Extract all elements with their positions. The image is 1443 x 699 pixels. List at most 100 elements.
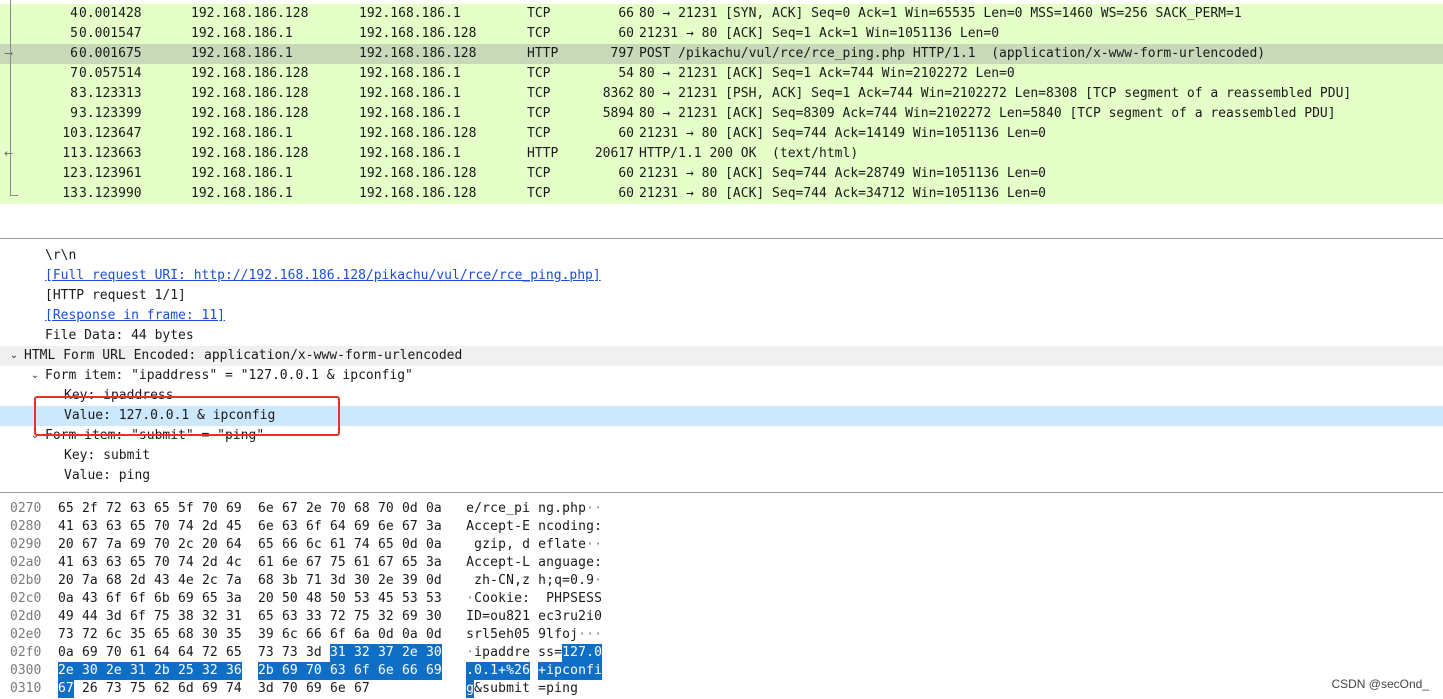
ascii-char[interactable]: p — [514, 500, 522, 518]
hex-byte[interactable]: 63 — [282, 608, 298, 626]
hex-byte[interactable]: 65 — [258, 536, 274, 554]
ascii-char[interactable]: t — [506, 518, 514, 536]
ascii-char[interactable]: a — [570, 554, 578, 572]
hex-byte[interactable]: 72 — [330, 608, 346, 626]
hex-byte[interactable]: 3b — [282, 572, 298, 590]
ascii-char[interactable]: 0 — [594, 608, 602, 626]
ascii-char[interactable]: o — [490, 608, 498, 626]
ascii-char[interactable]: e — [498, 500, 506, 518]
hex-byte[interactable]: 68 — [106, 572, 122, 590]
ascii-char[interactable]: p — [498, 536, 506, 554]
ascii-char[interactable] — [466, 572, 474, 590]
ascii-char[interactable]: g — [586, 518, 594, 536]
ascii-char[interactable]: i — [594, 662, 602, 680]
ascii-char[interactable]: z — [482, 536, 490, 554]
hex-byte[interactable]: 50 — [282, 590, 298, 608]
ascii-char[interactable]: g — [570, 680, 578, 698]
ascii-char[interactable]: 2 — [570, 644, 578, 662]
ascii-char[interactable]: · — [594, 572, 602, 590]
hex-byte[interactable]: 72 — [202, 644, 218, 662]
ascii-char[interactable]: . — [554, 500, 562, 518]
hex-byte[interactable]: 3d — [330, 572, 346, 590]
hex-byte[interactable]: 3d — [106, 608, 122, 626]
ascii-char[interactable]: o — [562, 626, 570, 644]
ascii-char[interactable]: i — [514, 680, 522, 698]
hex-byte[interactable]: 74 — [178, 554, 194, 572]
hex-byte[interactable]: 65 — [154, 500, 170, 518]
hex-byte[interactable]: 69 — [282, 662, 306, 680]
hex-byte[interactable]: 45 — [226, 518, 242, 536]
hex-byte[interactable]: 63 — [82, 554, 98, 572]
ascii-char[interactable]: e — [466, 500, 474, 518]
ascii-char[interactable]: 0 — [570, 572, 578, 590]
ascii-char[interactable]: t — [522, 680, 530, 698]
ascii-char[interactable]: i — [522, 500, 530, 518]
hex-byte[interactable]: 71 — [306, 572, 322, 590]
hex-byte[interactable]: 0a — [402, 626, 418, 644]
ascii-char[interactable] — [466, 536, 474, 554]
packet-row[interactable]: 13 3.123990 192.168.186.1 192.168.186.128 TC… — [0, 184, 1443, 204]
hex-byte[interactable]: 49 — [58, 608, 74, 626]
hex-byte[interactable]: 7a — [82, 572, 98, 590]
ascii-char[interactable]: a — [562, 536, 570, 554]
hex-byte[interactable]: 65 — [226, 644, 242, 662]
detail-link[interactable]: [Response in frame: 11] — [45, 306, 225, 326]
hex-byte[interactable]: 63 — [282, 518, 298, 536]
ascii-char[interactable]: r — [474, 626, 482, 644]
hex-byte[interactable]: 0a — [58, 644, 74, 662]
ascii-char[interactable]: 9 — [586, 572, 594, 590]
hex-byte[interactable]: 0a — [426, 500, 442, 518]
hex-byte[interactable]: 69 — [426, 662, 442, 680]
ascii-char[interactable]: 8 — [506, 608, 514, 626]
hex-byte[interactable]: 67 — [306, 554, 322, 572]
ascii-char[interactable]: e — [578, 536, 586, 554]
ascii-char[interactable]: s — [538, 644, 546, 662]
hex-byte[interactable]: 69 — [82, 644, 98, 662]
ascii-char[interactable]: : — [522, 590, 530, 608]
ascii-char[interactable]: i — [490, 536, 498, 554]
hex-byte[interactable]: 31 — [130, 662, 154, 680]
detail-row[interactable]: Value: ping — [0, 466, 1443, 486]
ascii-char[interactable]: b — [498, 680, 506, 698]
ascii-char[interactable]: . — [586, 644, 594, 662]
ascii-char[interactable]: a — [490, 644, 498, 662]
hex-byte[interactable]: 63 — [82, 518, 98, 536]
ascii-char[interactable]: r — [562, 608, 570, 626]
hex-byte[interactable]: 2c — [178, 536, 194, 554]
hex-byte[interactable]: 2c — [202, 572, 218, 590]
ascii-char[interactable]: C — [498, 572, 506, 590]
byte-row[interactable]: 0310 67 26 73 75 62 6d 69 74 3d 70 69 6e 67 g & s u b m i t = p… — [0, 680, 640, 698]
ascii-char[interactable]: % — [506, 662, 514, 680]
hex-byte[interactable]: 25 — [178, 662, 202, 680]
ascii-char[interactable]: S — [586, 590, 594, 608]
ascii-char[interactable]: - — [490, 572, 498, 590]
hex-byte[interactable]: 3a — [226, 590, 242, 608]
detail-row[interactable]: ⌄ HTML Form URL Encoded: application/x-ww… — [0, 346, 1443, 366]
ascii-char[interactable]: n — [562, 680, 570, 698]
hex-byte[interactable]: 41 — [58, 518, 74, 536]
ascii-char[interactable]: l — [482, 626, 490, 644]
ascii-char[interactable]: o — [570, 662, 578, 680]
hex-byte[interactable]: 41 — [58, 554, 74, 572]
packet-row[interactable]: 5 0.001547 192.168.186.1 192.168.186.128 TCP… — [0, 24, 1443, 44]
ascii-char[interactable]: n — [546, 554, 554, 572]
ascii-char[interactable]: d — [522, 536, 530, 554]
ascii-char[interactable]: - — [514, 554, 522, 572]
hex-byte[interactable]: 30 — [202, 626, 218, 644]
ascii-char[interactable]: E — [578, 590, 586, 608]
hex-byte[interactable]: 73 — [282, 644, 298, 662]
hex-byte[interactable]: 7a — [226, 572, 242, 590]
ascii-char[interactable]: n — [578, 662, 586, 680]
hex-byte[interactable]: 0d — [426, 626, 442, 644]
hex-byte[interactable]: 20 — [58, 572, 74, 590]
ascii-char[interactable]: A — [466, 518, 474, 536]
ascii-char[interactable]: 5 — [490, 626, 498, 644]
ascii-char[interactable]: e — [498, 626, 506, 644]
ascii-char[interactable]: s — [466, 626, 474, 644]
hex-byte[interactable]: 65 — [58, 500, 74, 518]
hex-byte[interactable]: 32 — [202, 608, 218, 626]
hex-byte[interactable]: 2e — [402, 644, 426, 662]
ascii-char[interactable]: P — [546, 590, 554, 608]
ascii-char[interactable]: A — [466, 554, 474, 572]
ascii-char[interactable]: g — [466, 680, 474, 698]
